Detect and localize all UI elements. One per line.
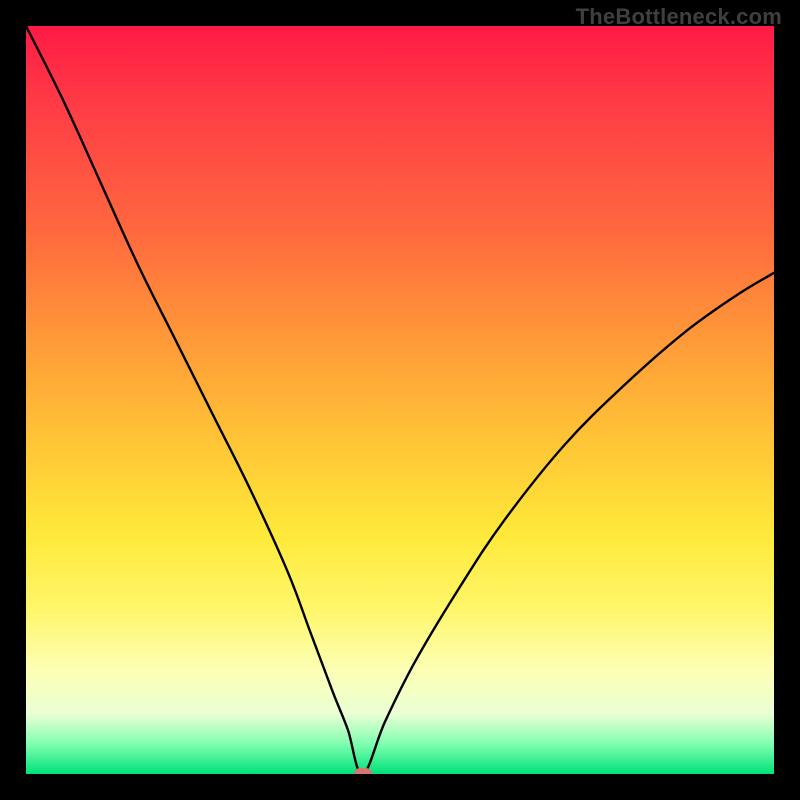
watermark-text: TheBottleneck.com (576, 4, 782, 30)
optimum-marker (354, 768, 372, 774)
chart-frame: TheBottleneck.com (0, 0, 800, 800)
bottleneck-curve (26, 26, 774, 774)
curve-layer (26, 26, 774, 774)
plot-area (26, 26, 774, 774)
